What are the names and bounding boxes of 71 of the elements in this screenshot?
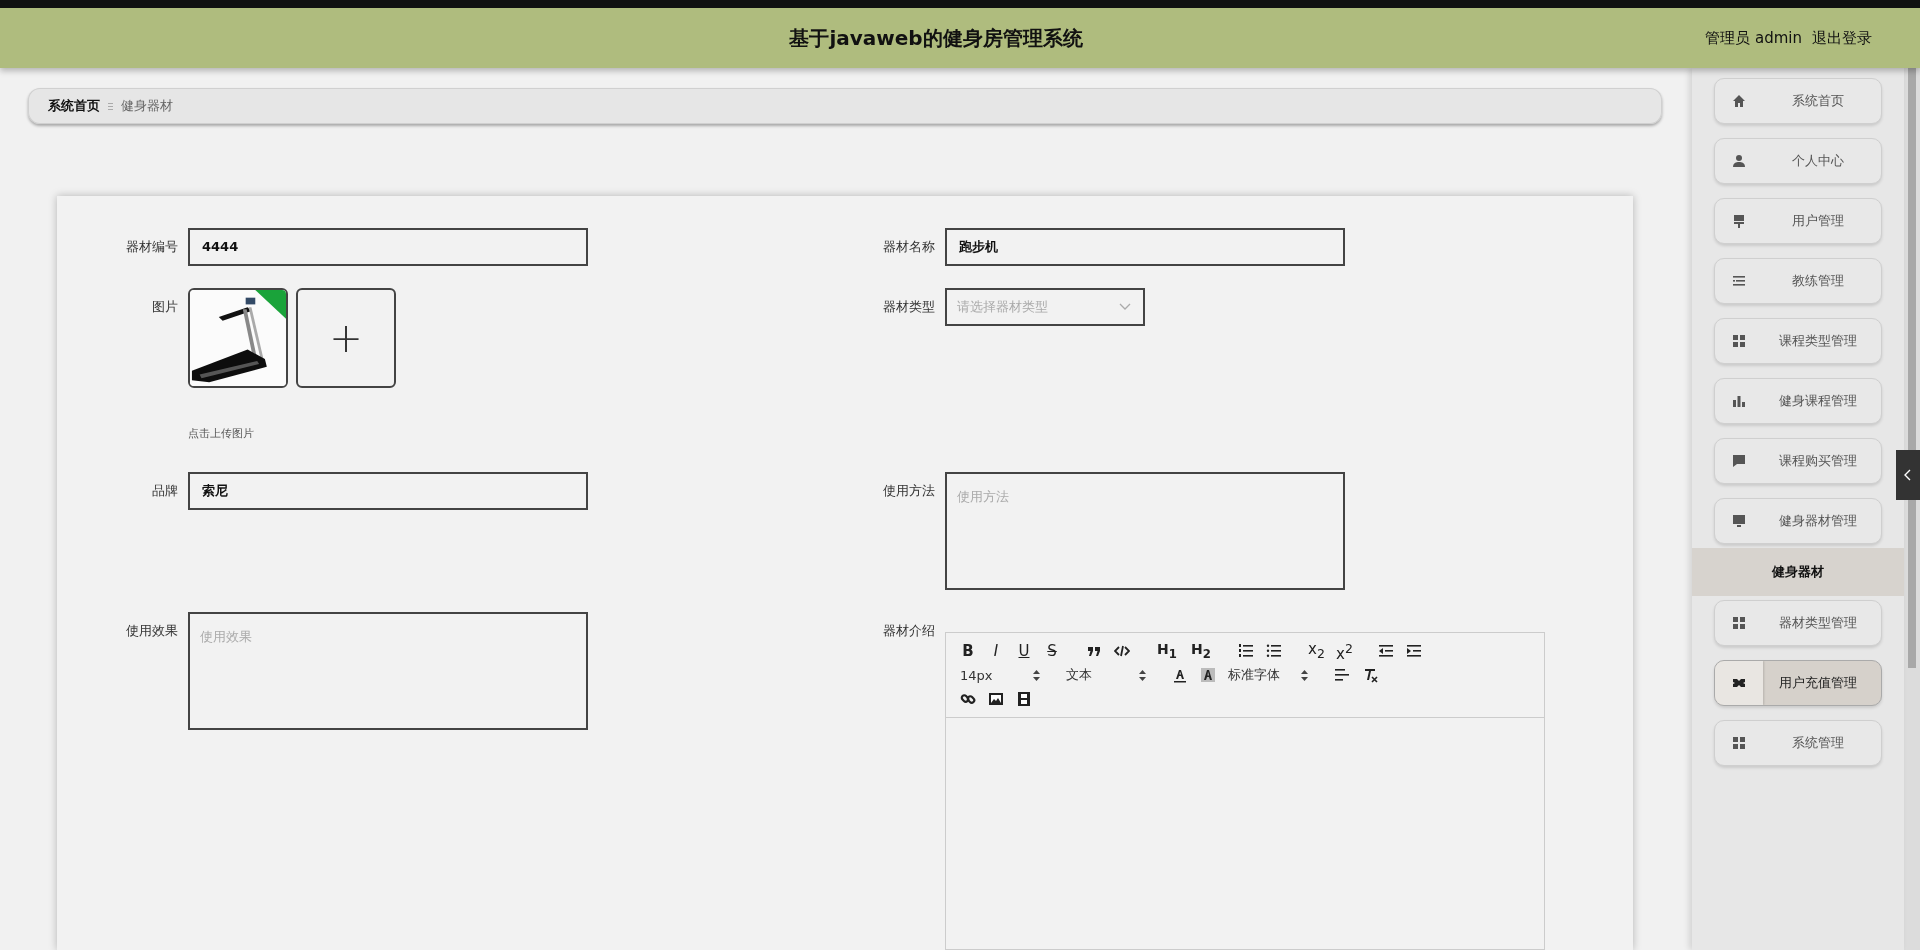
upload-hint: 点击上传图片 (188, 426, 255, 441)
user-icon (1732, 154, 1746, 168)
logout-link[interactable]: 退出登录 (1812, 28, 1872, 48)
menu-item[interactable]: 系统管理 (1714, 720, 1882, 766)
input-field[interactable]: 跑步机 (945, 228, 1345, 266)
updown-icon (1139, 669, 1146, 681)
field-label: 使用效果 (125, 622, 178, 640)
chevron-down-icon (1119, 303, 1131, 311)
menu-item[interactable]: 教练管理 (1714, 258, 1882, 304)
outdent-icon[interactable] (1378, 643, 1394, 659)
breadcrumb-item[interactable]: 健身器材 (121, 97, 173, 115)
upload-button[interactable]: + (296, 288, 396, 388)
field-label: 器材介绍 (882, 622, 935, 640)
menu-item[interactable]: 健身器材管理 (1714, 498, 1882, 544)
menu-item[interactable]: 课程购买管理 (1714, 438, 1882, 484)
background-icon[interactable] (1200, 667, 1216, 683)
align-icon[interactable] (1334, 667, 1350, 683)
grid-icon (1732, 334, 1746, 348)
chevron-left-icon (1904, 469, 1912, 481)
menu-item[interactable]: 系统首页 (1714, 78, 1882, 124)
toolbar-button[interactable]: U (1016, 641, 1032, 661)
grid-icon (1732, 616, 1746, 630)
stamp-icon (1732, 214, 1746, 228)
indent-icon[interactable] (1406, 643, 1422, 659)
user-name: 管理员 admin (1705, 28, 1802, 48)
breadcrumb-item[interactable]: 系统首页 (48, 97, 100, 115)
toolbar-select[interactable]: 文本 (1066, 666, 1146, 684)
clean-icon[interactable] (1362, 667, 1378, 683)
menu-item[interactable]: 器材类型管理 (1714, 600, 1882, 646)
toolbar-select[interactable]: 标准字体 (1228, 666, 1308, 684)
menu-item[interactable]: 个人中心 (1714, 138, 1882, 184)
page-title: 基于javaweb的健身房管理系统 (789, 24, 1083, 52)
updown-icon (1033, 669, 1040, 681)
toolbar-button[interactable]: B (960, 641, 976, 661)
code-icon[interactable] (1114, 643, 1130, 659)
field-label: 图片 (151, 298, 178, 316)
list-icon (1732, 274, 1746, 288)
image-icon[interactable] (988, 691, 1004, 707)
toolbar-button[interactable]: H$_{1}$ (1156, 638, 1178, 664)
link-icon[interactable] (960, 691, 976, 707)
home-icon (1732, 94, 1746, 108)
rich-text-editor[interactable]: B I U S H$_{1}$ H$_{2}$ x$_{2}$ x$^{2}$ 14px 文本 标准字体 (945, 632, 1545, 950)
toolbar-button[interactable]: I (988, 641, 1004, 661)
collapse-button[interactable] (1896, 450, 1920, 500)
grid-icon (1732, 736, 1746, 750)
chat-icon (1732, 454, 1746, 468)
field-label: 品牌 (151, 482, 178, 500)
monitor-icon (1732, 514, 1746, 528)
input-field[interactable]: 4444 (188, 228, 588, 266)
ol-icon[interactable] (1238, 643, 1254, 659)
toolbar-button[interactable]: H$_{2}$ (1190, 638, 1212, 664)
video-icon[interactable] (1016, 691, 1032, 707)
field-label: 使用方法 (882, 482, 935, 500)
ul-icon[interactable] (1266, 643, 1282, 659)
toolbar-select[interactable]: 14px (960, 667, 1040, 683)
field-label: 器材编号 (125, 238, 178, 256)
menu-item[interactable]: 课程类型管理 (1714, 318, 1882, 364)
toolbar-button[interactable]: S (1044, 641, 1060, 661)
updown-icon (1301, 669, 1308, 681)
toolbar-button[interactable]: x$_{2}$ (1308, 638, 1324, 664)
menu-item[interactable]: 用户管理 (1714, 198, 1882, 244)
submenu-item[interactable]: 健身器材 (1692, 548, 1904, 596)
separator-icon (108, 102, 113, 110)
toolbar-button[interactable]: x$^{2}$ (1336, 638, 1352, 664)
chart-icon (1732, 394, 1746, 408)
menu-item[interactable]: 健身课程管理 (1714, 378, 1882, 424)
field-label: 器材类型 (882, 298, 935, 316)
input-field[interactable]: 索尼 (188, 472, 588, 510)
color-icon[interactable] (1172, 667, 1188, 683)
menu-item[interactable]: 用户充值管理 (1714, 660, 1882, 706)
field-label: 器材名称 (882, 238, 935, 256)
